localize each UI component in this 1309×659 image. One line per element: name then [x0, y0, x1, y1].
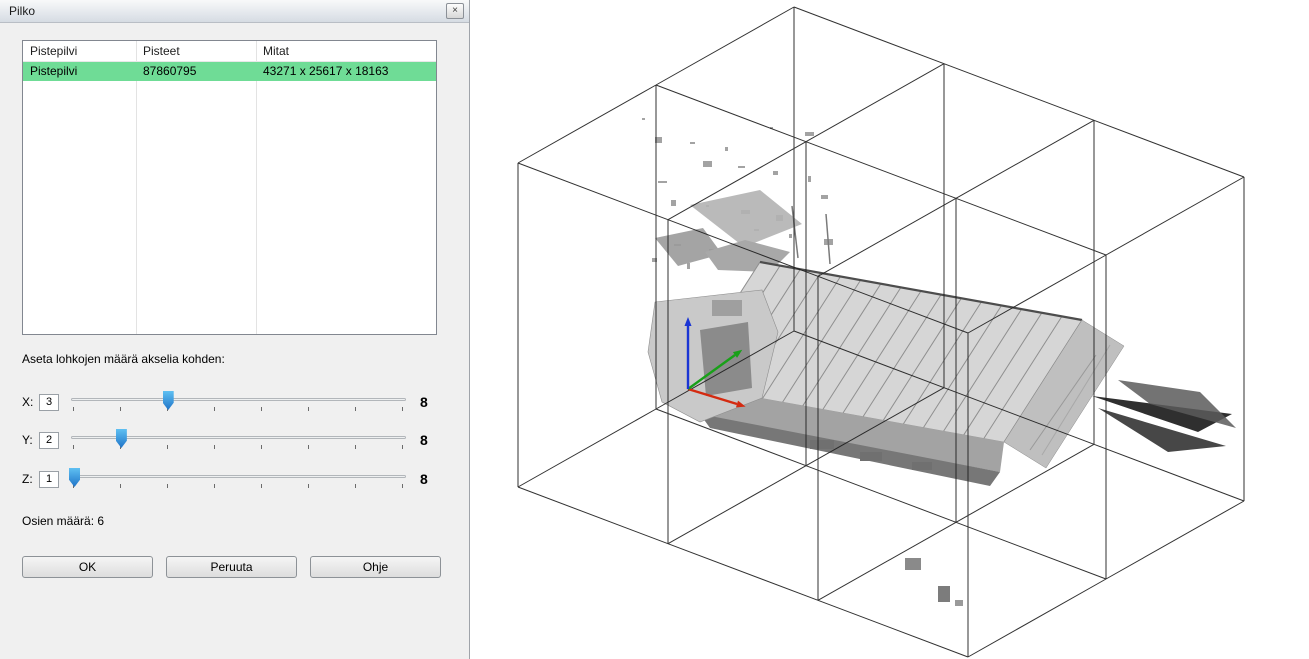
slider-z-max: 8	[420, 471, 438, 487]
column-separator	[256, 41, 257, 334]
slider-z[interactable]	[69, 467, 408, 491]
table-row[interactable]: Pistepilvi 87860795 43271 x 25617 x 1816…	[23, 62, 436, 81]
slider-x-track[interactable]	[71, 398, 406, 401]
ok-button[interactable]: OK	[22, 556, 153, 578]
cell-name: Pistepilvi	[23, 62, 136, 81]
slider-x-label: X:	[22, 395, 39, 409]
close-icon: ×	[452, 5, 458, 16]
slider-z-label: Z:	[22, 472, 39, 486]
pointcloud-table: Pistepilvi Pisteet Mitat Pistepilvi 8786…	[22, 40, 437, 335]
cell-points: 87860795	[136, 62, 256, 81]
slider-z-track[interactable]	[71, 475, 406, 478]
slider-row-z: Z: 1 8	[22, 467, 438, 491]
close-button[interactable]: ×	[446, 3, 464, 19]
slider-x-value[interactable]: 3	[39, 394, 59, 411]
slider-x[interactable]	[69, 390, 408, 414]
table-header: Pistepilvi Pisteet Mitat	[23, 41, 436, 62]
slider-row-x: X: 3 8	[22, 390, 438, 414]
slider-row-y: Y: 2 8	[22, 428, 438, 452]
pilko-dialog: Pilko × Pistepilvi Pisteet Mitat Pistepi…	[0, 0, 470, 659]
parts-count-label: Osien määrä: 6	[22, 514, 104, 528]
point-cloud	[642, 118, 1236, 606]
cell-dimensions: 43271 x 25617 x 18163	[256, 62, 436, 81]
sliders-section-label: Aseta lohkojen määrä akselia kohden:	[22, 352, 225, 366]
cancel-button[interactable]: Peruuta	[166, 556, 297, 578]
slider-y[interactable]	[69, 428, 408, 452]
slider-x-max: 8	[420, 394, 438, 410]
column-header-pistepilvi[interactable]: Pistepilvi	[23, 41, 136, 61]
column-separator	[136, 41, 137, 334]
column-header-pisteet[interactable]: Pisteet	[136, 41, 256, 61]
help-button[interactable]: Ohje	[310, 556, 441, 578]
slider-y-max: 8	[420, 432, 438, 448]
slider-z-ticks	[73, 484, 402, 488]
slider-y-value[interactable]: 2	[39, 432, 59, 449]
column-header-mitat[interactable]: Mitat	[256, 41, 436, 61]
dialog-title: Pilko	[9, 4, 35, 18]
slider-x-ticks	[73, 407, 402, 411]
slider-z-value[interactable]: 1	[39, 471, 59, 488]
viewport-3d[interactable]	[470, 0, 1309, 659]
slider-y-label: Y:	[22, 433, 39, 447]
dialog-titlebar[interactable]: Pilko ×	[0, 0, 469, 23]
application-window: Pilko × Pistepilvi Pisteet Mitat Pistepi…	[0, 0, 1309, 659]
